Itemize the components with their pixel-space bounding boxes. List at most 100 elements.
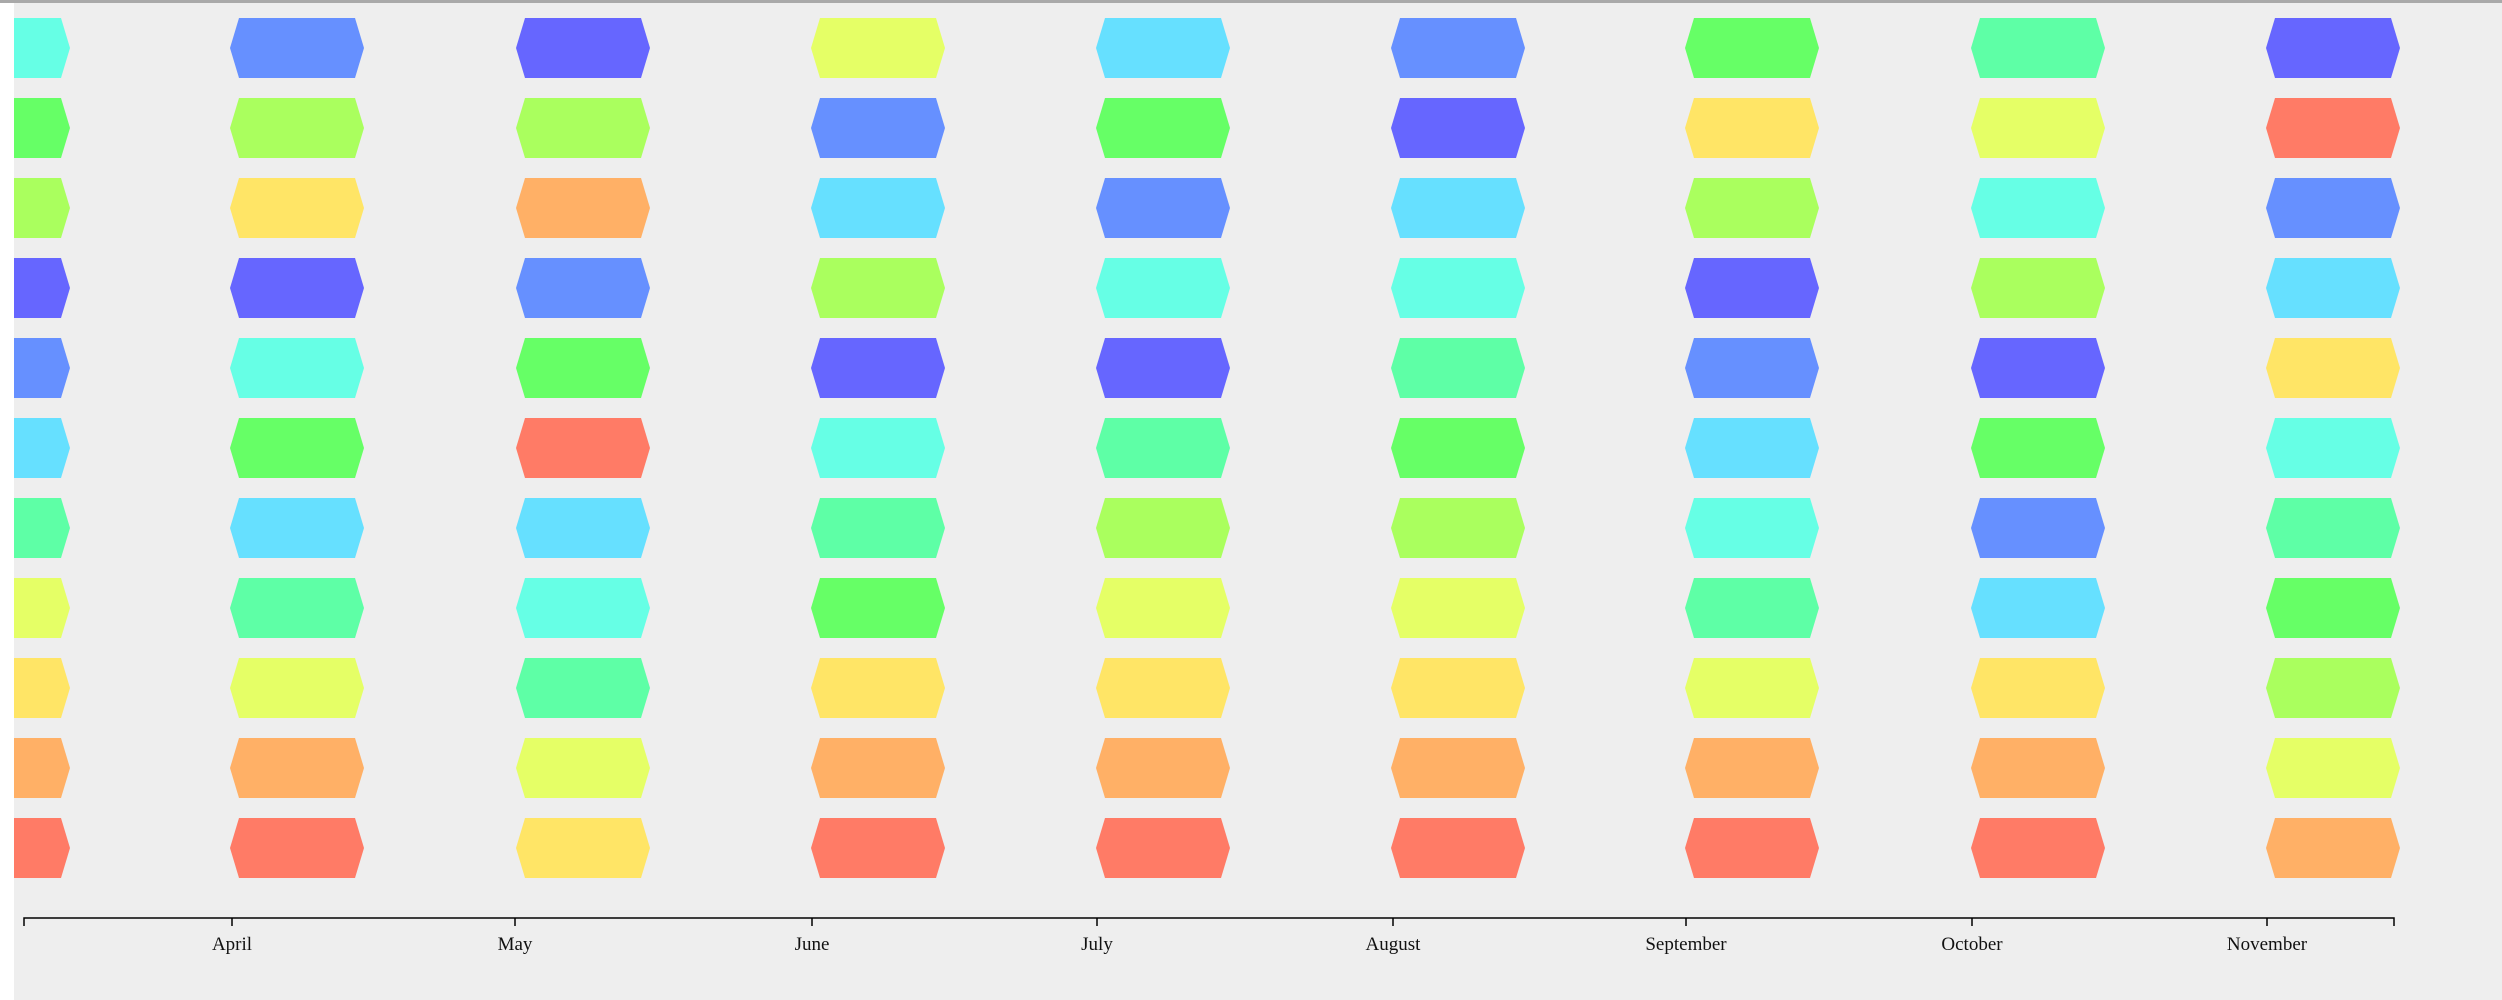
heatmap-cell-late-march-row-2 (14, 98, 70, 158)
x-axis-domain (23, 917, 2395, 926)
x-axis: April May June July August September October No… (23, 917, 2395, 955)
hexagon-heatmap-chart: April May June July August September October No… (14, 18, 2400, 955)
heatmap-cell-october-row-8 (1971, 578, 2105, 638)
heatmap-cell-november-row-5 (2266, 338, 2400, 398)
heatmap-cell-october-row-7 (1971, 498, 2105, 558)
heatmap-cell-june-row-11 (811, 818, 945, 878)
heatmap-cell-april-row-3 (230, 178, 364, 238)
heatmap-cell-october-row-4 (1971, 258, 2105, 318)
heatmap-cell-august-row-1 (1391, 18, 1525, 78)
heatmap-cell-september-row-6 (1685, 418, 1819, 478)
heatmap-cell-late-march-row-5 (14, 338, 70, 398)
heatmap-cell-november-row-7 (2266, 498, 2400, 558)
heatmap-cell-april-row-4 (230, 258, 364, 318)
heatmap-cell-september-row-8 (1685, 578, 1819, 638)
heatmap-cell-november-row-10 (2266, 738, 2400, 798)
heatmap-cell-november-row-11 (2266, 818, 2400, 878)
heatmap-cell-june-row-6 (811, 418, 945, 478)
heatmap-cell-april-row-2 (230, 98, 364, 158)
x-tick-label-september: September (1645, 934, 1727, 955)
heatmap-cell-september-row-10 (1685, 738, 1819, 798)
heatmap-cell-september-row-9 (1685, 658, 1819, 718)
heatmap-cell-october-row-3 (1971, 178, 2105, 238)
heatmap-cell-late-march-row-4 (14, 258, 70, 318)
heatmap-cell-late-march-row-10 (14, 738, 70, 798)
heatmap-cell-june-row-7 (811, 498, 945, 558)
heatmap-cell-july-row-1 (1096, 18, 1230, 78)
heatmap-cell-september-row-5 (1685, 338, 1819, 398)
heatmap-cell-late-march-row-11 (14, 818, 70, 878)
heatmap-cell-november-row-3 (2266, 178, 2400, 238)
x-tick-label-november: November (2227, 934, 2308, 955)
heatmap-cell-october-row-11 (1971, 818, 2105, 878)
x-tick-label-october: October (1941, 934, 2003, 955)
heatmap-cell-october-row-1 (1971, 18, 2105, 78)
heatmap-cell-august-row-2 (1391, 98, 1525, 158)
heatmap-cell-april-row-1 (230, 18, 364, 78)
heatmap-cell-september-row-1 (1685, 18, 1819, 78)
heatmap-cell-april-row-5 (230, 338, 364, 398)
heatmap-cell-november-row-6 (2266, 418, 2400, 478)
heatmap-cell-august-row-5 (1391, 338, 1525, 398)
heatmap-cell-april-row-7 (230, 498, 364, 558)
heatmap-cell-october-row-10 (1971, 738, 2105, 798)
heatmap-cell-may-row-4 (516, 258, 650, 318)
heatmap-cell-november-row-9 (2266, 658, 2400, 718)
heatmap-cell-late-march-row-6 (14, 418, 70, 478)
heatmap-cell-november-row-1 (2266, 18, 2400, 78)
x-tick-label-june: June (795, 934, 830, 955)
heatmap-cell-may-row-6 (516, 418, 650, 478)
heatmap-cell-july-row-5 (1096, 338, 1230, 398)
heatmap-cell-june-row-5 (811, 338, 945, 398)
heatmap-cell-april-row-11 (230, 818, 364, 878)
heatmap-cell-august-row-4 (1391, 258, 1525, 318)
x-tick-label-may: May (498, 934, 533, 955)
heatmap-cell-may-row-5 (516, 338, 650, 398)
heatmap-cell-july-row-3 (1096, 178, 1230, 238)
heatmap-cell-may-row-8 (516, 578, 650, 638)
heatmap-cell-october-row-5 (1971, 338, 2105, 398)
heatmap-cell-may-row-11 (516, 818, 650, 878)
x-tick-label-august: August (1366, 934, 1422, 955)
heatmap-cell-july-row-10 (1096, 738, 1230, 798)
heatmap-cell-july-row-8 (1096, 578, 1230, 638)
heatmap-cell-september-row-11 (1685, 818, 1819, 878)
heatmap-cell-may-row-9 (516, 658, 650, 718)
heatmap-cell-june-row-9 (811, 658, 945, 718)
heatmap-cell-may-row-7 (516, 498, 650, 558)
heatmap-cell-july-row-9 (1096, 658, 1230, 718)
heatmap-cell-april-row-10 (230, 738, 364, 798)
heatmap-cell-may-row-10 (516, 738, 650, 798)
heatmap-cell-may-row-3 (516, 178, 650, 238)
x-tick-label-april: April (212, 934, 252, 955)
heatmap-cell-november-row-4 (2266, 258, 2400, 318)
heatmap-cell-august-row-11 (1391, 818, 1525, 878)
heatmap-cell-august-row-10 (1391, 738, 1525, 798)
heatmap-cell-late-march-row-1 (14, 18, 70, 78)
heatmap-cell-october-row-9 (1971, 658, 2105, 718)
heatmap-cell-july-row-4 (1096, 258, 1230, 318)
heatmap-cell-august-row-9 (1391, 658, 1525, 718)
heatmap-cell-late-march-row-8 (14, 578, 70, 638)
heatmap-cell-july-row-6 (1096, 418, 1230, 478)
heatmap-cell-late-march-row-9 (14, 658, 70, 718)
heatmap-cell-june-row-3 (811, 178, 945, 238)
heatmap-cell-june-row-10 (811, 738, 945, 798)
heatmap-cell-june-row-8 (811, 578, 945, 638)
heatmap-cell-july-row-2 (1096, 98, 1230, 158)
heatmap-cell-september-row-4 (1685, 258, 1819, 318)
heatmap-cell-april-row-9 (230, 658, 364, 718)
heatmap-cell-october-row-6 (1971, 418, 2105, 478)
heatmap-cell-june-row-4 (811, 258, 945, 318)
heatmap-cell-june-row-2 (811, 98, 945, 158)
heatmap-cell-september-row-7 (1685, 498, 1819, 558)
heatmap-cell-april-row-6 (230, 418, 364, 478)
heatmap-cell-august-row-7 (1391, 498, 1525, 558)
heatmap-cell-august-row-8 (1391, 578, 1525, 638)
heatmap-cell-july-row-11 (1096, 818, 1230, 878)
heatmap-cell-july-row-7 (1096, 498, 1230, 558)
heatmap-cell-june-row-1 (811, 18, 945, 78)
heatmap-cell-late-march-row-3 (14, 178, 70, 238)
cell-layer (14, 18, 2400, 878)
heatmap-cell-august-row-3 (1391, 178, 1525, 238)
